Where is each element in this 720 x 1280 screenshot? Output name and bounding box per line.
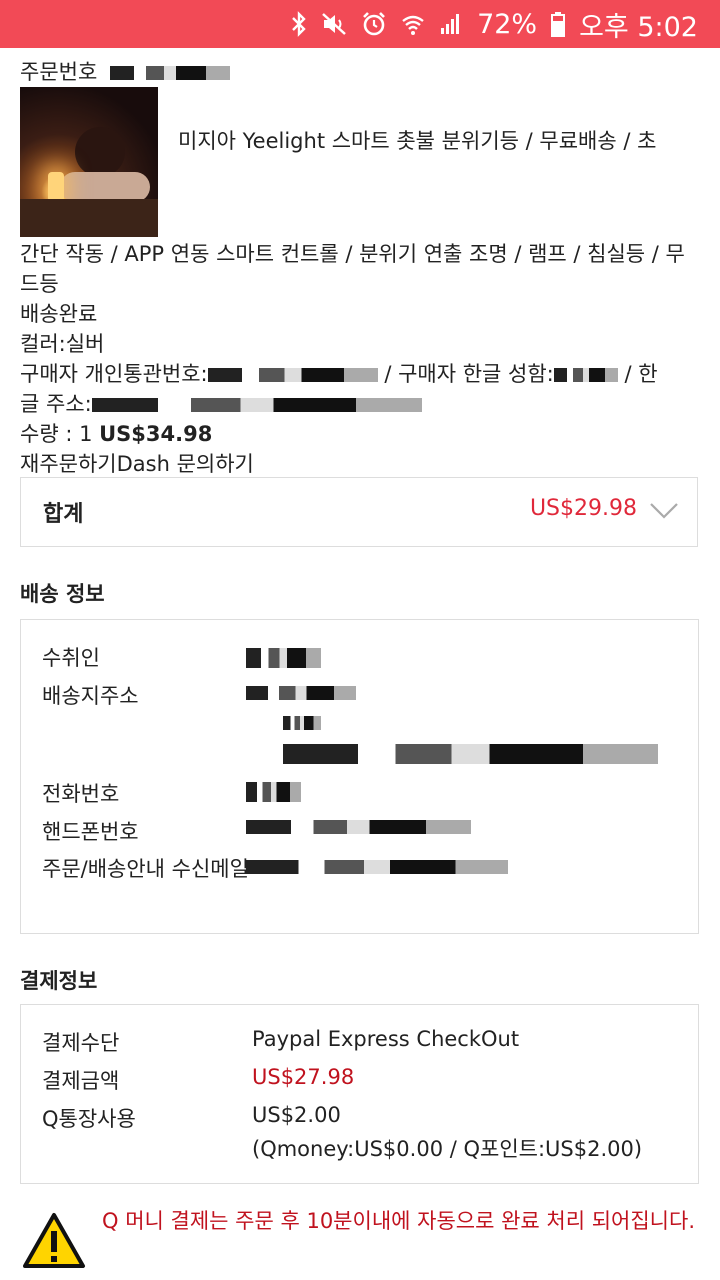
product-title[interactable]: 미지아 Yeelight 스마트 촛불 분위기등 / 무료배송 / 초 xyxy=(178,125,656,155)
address-label: 배송지주소 xyxy=(42,684,139,708)
address-line1-redacted xyxy=(246,686,356,700)
quantity-row: 수량 : 1 US$34.98 xyxy=(20,419,700,449)
payment-section-title: 결제정보 xyxy=(20,969,98,993)
payment-method-value: Paypal Express CheckOut xyxy=(252,1027,520,1051)
total-label: 합계 xyxy=(43,502,84,527)
quantity: 수량 : 1 xyxy=(20,422,93,446)
qbank-detail: (Qmoney:US$0.00 / Q포인트:US$2.00) xyxy=(252,1137,643,1161)
phone-redacted xyxy=(246,782,301,802)
alarm-icon xyxy=(361,11,387,37)
qbank-label: Q통장사용 xyxy=(42,1107,136,1131)
address-line2-redacted xyxy=(283,716,321,730)
signal-icon xyxy=(439,12,463,36)
address-label-a: / 한 xyxy=(624,362,658,386)
warning-icon xyxy=(22,1212,86,1274)
order-number-label: 주문번호 xyxy=(20,60,98,84)
notify-email-redacted xyxy=(246,860,508,874)
product-thumbnail[interactable] xyxy=(20,87,158,237)
total-summary[interactable]: 합계 US$29.98 xyxy=(20,477,698,547)
wifi-icon xyxy=(401,12,425,36)
order-status: 배송완료 xyxy=(20,302,98,326)
payment-amount-label: 결제금액 xyxy=(42,1069,120,1093)
phone-label: 전화번호 xyxy=(42,782,120,806)
customs-number-redacted xyxy=(207,368,378,382)
inquiry-link[interactable]: 문의하기 xyxy=(177,452,254,476)
payment-method-label: 결제수단 xyxy=(42,1031,120,1055)
product-title-continued: 간단 작동 / APP 연동 스마트 컨트롤 / 분위기 연출 조명 / 램프 … xyxy=(20,242,685,296)
buyer-name-label: / 구매자 한글 성함: xyxy=(384,362,554,386)
item-price: US$34.98 xyxy=(99,422,213,446)
product-option-color: 컬러:실버 xyxy=(20,332,105,356)
order-number-redacted xyxy=(109,66,230,80)
product-row[interactable]: 미지아 Yeelight 스마트 촛불 분위기등 / 무료배송 / 초 xyxy=(20,87,700,239)
shipping-section-title: 배송 정보 xyxy=(20,582,105,606)
battery-icon xyxy=(551,11,566,37)
buyer-name-redacted xyxy=(553,368,618,382)
reorder-link[interactable]: 재주문하기 xyxy=(20,452,117,476)
address-line3-redacted xyxy=(283,744,658,764)
battery-percent: 72% xyxy=(477,8,538,40)
mobile-label: 핸드폰번호 xyxy=(42,820,139,844)
notify-email-label: 주문/배송안내 수신메일 xyxy=(42,857,249,881)
notice-text: Q 머니 결제는 주문 후 10분이내에 자동으로 완료 처리 되어집니다. xyxy=(102,1209,696,1233)
mobile-redacted xyxy=(246,820,471,834)
payment-info-box: 결제수단 Paypal Express CheckOut 결제금액 US$27.… xyxy=(20,1004,699,1184)
customs-number-label: 구매자 개인통관번호: xyxy=(20,362,208,386)
recipient-redacted xyxy=(246,648,321,668)
total-value: US$29.98 xyxy=(529,496,637,521)
status-bar: 72% 오후 5:02 xyxy=(0,0,720,48)
order-actions: 재주문하기Dash 문의하기 xyxy=(20,449,700,479)
recipient-label: 수취인 xyxy=(42,646,100,670)
address-label-b: 글 주소: xyxy=(20,392,92,416)
payment-notice: Q 머니 결제는 주문 후 10분이내에 자동으로 완료 처리 되어집니다. xyxy=(22,1206,698,1276)
shipping-info-box: 수취인 배송지주소 전화번호 핸드폰번호 주문/배송안내 수신메일 xyxy=(20,619,699,934)
customs-info-row: 구매자 개인통관번호: / 구매자 한글 성함: / 한 xyxy=(20,359,700,389)
order-number-row: 주문번호 xyxy=(20,57,700,87)
address-redacted xyxy=(91,398,422,412)
bluetooth-icon xyxy=(291,11,307,37)
chevron-down-icon[interactable] xyxy=(649,502,679,524)
clock-time: 오후 5:02 xyxy=(579,11,698,43)
order-detail: 주문번호 미지아 Yeelight 스마트 촛불 분위기등 / 무료배송 / 초… xyxy=(20,48,700,479)
dash-link[interactable]: Dash xyxy=(117,452,170,476)
mute-icon xyxy=(321,12,347,36)
qbank-value: US$2.00 xyxy=(252,1103,341,1127)
address-row: 글 주소: xyxy=(20,389,700,419)
payment-amount-value: US$27.98 xyxy=(252,1065,355,1089)
